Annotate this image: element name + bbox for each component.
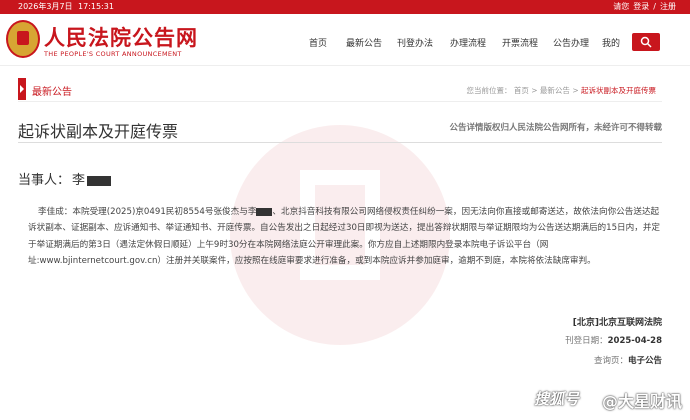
logo-title: 人民法院公告网 bbox=[44, 26, 198, 50]
copyright-notice: 公告详情版权归人民法院公告网所有，未经许可不得转载 bbox=[449, 123, 662, 133]
nav-item-mine[interactable]: 我的 bbox=[596, 36, 626, 49]
nav-item-home[interactable]: 首页 bbox=[296, 36, 340, 49]
logo-subtitle: THE PEOPLE'S COURT ANNOUNCEMENT bbox=[44, 50, 182, 58]
nav-item-handle[interactable]: 公告办理 bbox=[546, 36, 596, 49]
breadcrumb-prefix: 您当前位置： bbox=[466, 86, 512, 95]
site-header: 人民法院公告网 THE PEOPLE'S COURT ANNOUNCEMENT … bbox=[0, 14, 690, 66]
breadcrumb: 您当前位置： 首页 > 最新公告 > 起诉状副本及开庭传票 bbox=[466, 85, 656, 96]
publish-date: 刊登日期：2025-04-28 bbox=[565, 334, 662, 346]
section-arrow-icon bbox=[18, 78, 26, 100]
source-label: 查询页： bbox=[593, 356, 628, 366]
sohu-watermark: 搜狐号 bbox=[534, 390, 580, 408]
top-bar: 2026年3月7日 17:15:31 请您 登录 / 注册 bbox=[0, 0, 690, 14]
author-watermark: @大星财讯 bbox=[602, 392, 683, 411]
court-emblem-icon bbox=[6, 20, 40, 58]
breadcrumb-current: 起诉状副本及开庭传票 bbox=[581, 86, 656, 95]
section-bar: 最新公告 您当前位置： 首页 > 最新公告 > 起诉状副本及开庭传票 bbox=[18, 78, 662, 102]
breadcrumb-separator: > bbox=[572, 86, 579, 95]
register-link[interactable]: 注册 bbox=[660, 0, 676, 14]
main-nav: 首页 最新公告 刊登办法 办理流程 开票流程 公告办理 我的 bbox=[296, 36, 626, 49]
publish-date-value: 2025-04-28 bbox=[607, 336, 662, 346]
account-links: 请您 登录 / 注册 bbox=[613, 0, 676, 14]
site-logo[interactable]: 人民法院公告网 THE PEOPLE'S COURT ANNOUNCEMENT bbox=[6, 20, 198, 64]
source-line: 查询页：电子公告 bbox=[594, 354, 662, 366]
nav-item-latest[interactable]: 最新公告 bbox=[340, 36, 388, 49]
nav-item-process[interactable]: 办理流程 bbox=[442, 36, 494, 49]
source-value: 电子公告 bbox=[627, 356, 662, 366]
issuing-court: [北京]北京互联网法院 bbox=[572, 318, 662, 328]
section-title[interactable]: 最新公告 bbox=[32, 83, 72, 98]
current-time: 17:15:31 bbox=[78, 2, 114, 11]
notice-body-part1: 李佳成：本院受理(2025)京0491民初8554号张俊杰与李 bbox=[38, 207, 257, 217]
redaction-mark bbox=[256, 207, 273, 216]
link-separator: / bbox=[653, 2, 656, 11]
nav-item-invoice[interactable]: 开票流程 bbox=[494, 36, 546, 49]
breadcrumb-separator: > bbox=[531, 86, 538, 95]
login-link[interactable]: 登录 bbox=[633, 0, 649, 14]
search-button[interactable] bbox=[632, 33, 660, 51]
party-name-text: 李 bbox=[72, 173, 86, 188]
notice-body: 李佳成：本院受理(2025)京0491民初8554号张俊杰与李 、北京抖音科技有限… bbox=[28, 204, 662, 270]
current-date: 2026年3月7日 bbox=[18, 2, 73, 11]
party-label: 当事人： bbox=[18, 173, 71, 188]
search-icon bbox=[640, 36, 652, 48]
greeting-text: 请您 bbox=[613, 2, 630, 11]
publish-date-label: 刊登日期： bbox=[565, 336, 608, 346]
party-name: 李 bbox=[72, 169, 112, 188]
nav-item-publish-method[interactable]: 刊登办法 bbox=[388, 36, 442, 49]
breadcrumb-latest[interactable]: 最新公告 bbox=[540, 86, 570, 95]
title-divider bbox=[18, 142, 662, 143]
redaction-mark bbox=[87, 175, 112, 186]
notice-title: 起诉状副本及开庭传票 bbox=[18, 122, 179, 141]
breadcrumb-home[interactable]: 首页 bbox=[514, 86, 529, 95]
